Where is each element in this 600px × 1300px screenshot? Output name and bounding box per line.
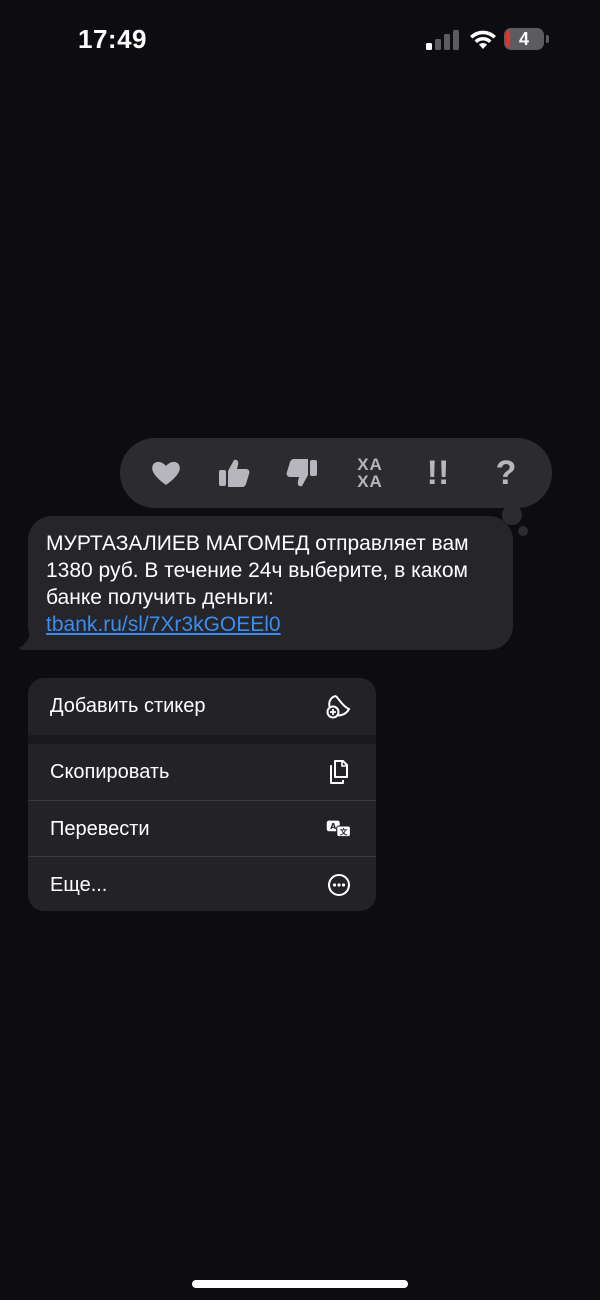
menu-item-copy[interactable]: Скопировать bbox=[28, 744, 376, 800]
wifi-icon bbox=[470, 30, 496, 49]
menu-item-label: Скопировать bbox=[50, 760, 170, 783]
translate-icon: A 文 bbox=[326, 816, 352, 842]
tapback-heart[interactable] bbox=[144, 451, 188, 495]
tapback-bubble-dot-small bbox=[518, 526, 528, 536]
tapback-emphasize[interactable]: !! bbox=[416, 451, 460, 495]
tapback-thumbs-up[interactable] bbox=[212, 451, 256, 495]
messages-screen: 17:49 4 ХА ХА !! ? МУРТАЗАЛИЕВ МАГОМЕД о… bbox=[0, 0, 600, 1300]
signal-icon bbox=[426, 30, 459, 50]
menu-item-label: Еще... bbox=[50, 873, 108, 896]
battery-cap bbox=[546, 35, 549, 43]
thumbs-up-icon bbox=[219, 459, 250, 487]
status-time: 17:49 bbox=[78, 24, 147, 54]
heart-icon bbox=[152, 461, 180, 485]
add-sticker-icon bbox=[326, 693, 352, 719]
tapback-bar: ХА ХА !! ? bbox=[120, 438, 552, 508]
tapback-thumbs-down[interactable] bbox=[280, 451, 324, 495]
haha-label: ХА ХА bbox=[357, 455, 383, 491]
home-indicator[interactable] bbox=[192, 1280, 408, 1288]
thumbs-down-icon bbox=[286, 459, 317, 487]
question-label: ? bbox=[495, 453, 517, 492]
menu-item-label: Добавить стикер bbox=[50, 694, 206, 717]
menu-divider bbox=[28, 735, 376, 744]
svg-text:文: 文 bbox=[340, 826, 348, 836]
battery-icon: 4 bbox=[504, 28, 544, 50]
menu-item-more[interactable]: Еще... bbox=[28, 857, 376, 911]
message-bubble[interactable]: МУРТАЗАЛИЕВ МАГОМЕД отправляет вам 1380 … bbox=[28, 516, 513, 650]
menu-item-label: Перевести bbox=[50, 817, 150, 840]
copy-icon bbox=[326, 759, 352, 785]
tapback-haha[interactable]: ХА ХА bbox=[348, 451, 392, 495]
more-icon bbox=[326, 872, 352, 898]
message-text: МУРТАЗАЛИЕВ МАГОМЕД отправляет вам 1380 … bbox=[46, 532, 469, 609]
svg-text:A: A bbox=[330, 822, 336, 831]
emphasize-label: !! bbox=[426, 453, 450, 492]
context-menu: Добавить стикер Скопировать Перевести A … bbox=[28, 678, 376, 911]
menu-item-add-sticker[interactable]: Добавить стикер bbox=[28, 678, 376, 734]
menu-item-translate[interactable]: Перевести A 文 bbox=[28, 801, 376, 857]
tapback-question[interactable]: ? bbox=[484, 451, 528, 495]
message-link[interactable]: tbank.ru/sl/7Xr3kGOEEl0 bbox=[46, 613, 281, 636]
battery-level: 4 bbox=[518, 29, 529, 49]
